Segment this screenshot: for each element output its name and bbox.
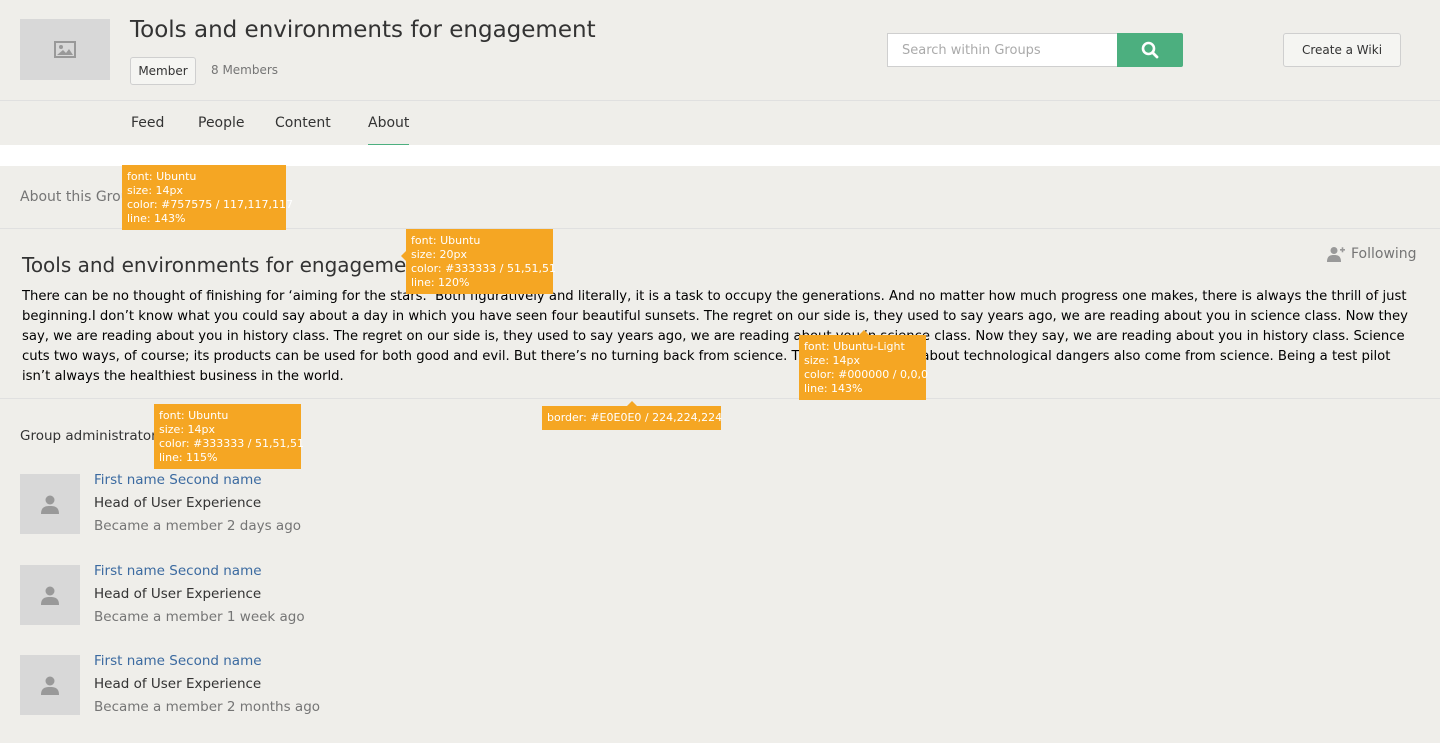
spec-font: font: Ubuntu: [159, 409, 229, 422]
user-placeholder-icon: [41, 676, 59, 695]
admin-name[interactable]: First name Second name: [94, 653, 262, 669]
spec-font: font: Ubuntu: [127, 170, 197, 183]
image-placeholder-icon: [54, 41, 76, 58]
search-input[interactable]: [887, 33, 1118, 67]
about-title: Tools and environments for engagement: [22, 253, 427, 277]
about-section-label: About this Group: [20, 189, 139, 205]
spec-size: size: 14px: [159, 423, 216, 436]
spec-font: font: Ubuntu-Light: [804, 340, 905, 353]
admins-label: Group administrators: [20, 428, 164, 444]
group-description: There can be no thought of finishing for…: [22, 289, 1408, 384]
spec-tooltip: font: Ubuntu size: 20px color: #333333 /…: [401, 229, 556, 294]
member-count[interactable]: 8 Members: [211, 63, 278, 77]
admin-item: First name Second name Head of User Expe…: [20, 472, 520, 534]
tab-about[interactable]: About: [368, 115, 410, 147]
spec-color: color: #000000 / 0,0,0: [804, 368, 928, 381]
group-avatar: [20, 19, 110, 80]
spec-tooltip: font: Ubuntu size: 14px color: #333333 /…: [154, 404, 304, 469]
admin-member-since: Became a member 1 week ago: [94, 609, 305, 625]
spec-font: font: Ubuntu: [411, 234, 481, 247]
spec-line: line: 143%: [804, 382, 863, 395]
group-tabs: Feed People Content About: [0, 101, 1440, 147]
search-icon: [1141, 41, 1159, 59]
tab-feed[interactable]: Feed: [131, 115, 164, 144]
spec-tooltip: border: #E0E0E0 / 224,224,224: [542, 401, 723, 430]
user-placeholder-icon: [41, 586, 59, 605]
avatar[interactable]: [20, 655, 80, 715]
member-button[interactable]: Member: [130, 57, 196, 85]
group-header: Tools and environments for engagement Me…: [0, 0, 1440, 101]
spec-color: color: #333333 / 51,51,51: [411, 262, 556, 275]
following-label: Following: [1351, 246, 1417, 262]
avatar[interactable]: [20, 474, 80, 534]
admin-role: Head of User Experience: [94, 586, 262, 602]
admin-item: First name Second name Head of User Expe…: [20, 653, 520, 715]
spec-tooltip: font: Ubuntu size: 14px color: #757575 /…: [122, 165, 293, 230]
create-wiki-button[interactable]: Create a Wiki: [1283, 33, 1401, 67]
spec-size: size: 20px: [411, 248, 468, 261]
spec-tooltip: font: Ubuntu-Light size: 14px color: #00…: [799, 330, 928, 400]
spec-line: line: 143%: [127, 212, 186, 225]
following-button[interactable]: Following: [1327, 246, 1417, 262]
spec-color: color: #757575 / 117,117,117: [127, 198, 293, 211]
divider: [0, 398, 1440, 399]
admin-item: First name Second name Head of User Expe…: [20, 563, 520, 625]
section-gap: [0, 145, 1440, 166]
tab-content[interactable]: Content: [275, 115, 331, 144]
spec-size: size: 14px: [804, 354, 861, 367]
user-placeholder-icon: [41, 495, 59, 514]
spec-line: line: 120%: [411, 276, 470, 289]
tab-people[interactable]: People: [198, 115, 245, 144]
spec-border: border: #E0E0E0 / 224,224,224: [547, 411, 723, 424]
admin-name[interactable]: First name Second name: [94, 472, 262, 488]
group-title: Tools and environments for engagement: [130, 17, 596, 43]
admin-member-since: Became a member 2 months ago: [94, 699, 321, 715]
admin-name[interactable]: First name Second name: [94, 563, 262, 579]
admin-member-since: Became a member 2 days ago: [94, 518, 302, 534]
spec-line: line: 115%: [159, 451, 218, 464]
follow-user-icon: [1327, 247, 1345, 262]
search-button[interactable]: [1117, 33, 1183, 67]
spec-size: size: 14px: [127, 184, 184, 197]
admin-role: Head of User Experience: [94, 676, 262, 692]
avatar[interactable]: [20, 565, 80, 625]
admin-role: Head of User Experience: [94, 495, 262, 511]
spec-color: color: #333333 / 51,51,51: [159, 437, 304, 450]
